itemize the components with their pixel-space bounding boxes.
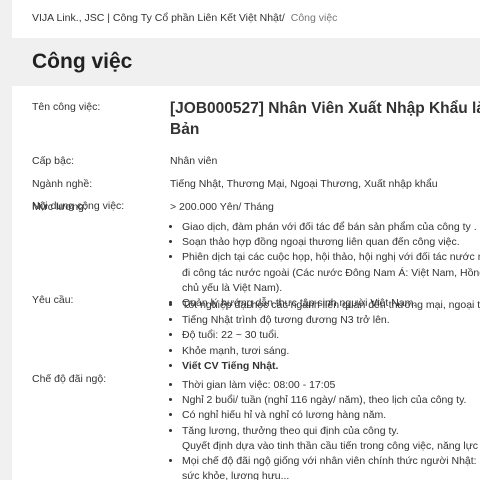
- list-item-line: sức khỏe, lương hưu...: [182, 470, 290, 480]
- list-item: Có nghỉ hiếu hỉ và nghỉ có lương hàng nă…: [182, 408, 480, 423]
- salary-value: > 200.000 Yên/ Tháng: [170, 201, 274, 213]
- level-label: Cấp bậc:: [32, 155, 75, 167]
- list-item: Tốt nghiệp đại học các ngành liên quan đ…: [182, 298, 480, 313]
- requirements-list: Tốt nghiệp đại học các ngành liên quan đ…: [170, 298, 480, 374]
- list-item: Soạn thảo hợp đồng ngoại thương liên qua…: [182, 235, 480, 250]
- list-item: Tiếng Nhật trình độ tương đương N3 trở l…: [182, 313, 480, 328]
- page-title: Công việc: [32, 50, 133, 73]
- job-title-line-2: Bản: [170, 121, 200, 138]
- industry-label: Ngành nghề:: [32, 178, 93, 190]
- job-detail-card: Tên công việc: [JOB000527] Nhân Viên Xuấ…: [12, 86, 480, 480]
- job-title-line-1: [JOB000527] Nhân Viên Xuất Nhập Khẩu làm…: [170, 100, 480, 117]
- benefits-list: Thời gian làm việc: 08:00 - 17:05 Nghỉ 2…: [170, 378, 480, 480]
- job-title: [JOB000527] Nhân Viên Xuất Nhập Khẩu làm…: [170, 98, 480, 140]
- list-item: Độ tuổi: 22 ~ 30 tuổi.: [182, 328, 480, 343]
- list-item: Phiên dịch tại các cuộc họp, hội thảo, h…: [182, 250, 480, 296]
- list-item: Khỏe mạnh, tươi sáng.: [182, 344, 480, 359]
- list-item-line: Tăng lương, thưởng theo qui định của côn…: [182, 424, 399, 437]
- benefits-label: Chế độ đãi ngộ:: [32, 373, 107, 385]
- job-title-label: Tên công việc:: [32, 101, 101, 113]
- list-item: Nghỉ 2 buổi/ tuần (nghỉ 116 ngày/ năm), …: [182, 393, 480, 408]
- list-item: Viết CV Tiếng Nhật.: [182, 359, 480, 374]
- list-item-line: Mọi chế độ đãi ngộ giống với nhân viên c…: [182, 455, 480, 468]
- list-item-line: đi công tác nước ngoài (Các nước Đông Na…: [182, 266, 480, 279]
- list-item: Giao dịch, đàm phán với đối tác để bán s…: [182, 220, 480, 235]
- list-item: Mọi chế độ đãi ngộ giống với nhân viên c…: [182, 454, 480, 480]
- level-value: Nhân viên: [170, 155, 218, 167]
- industry-value: Tiếng Nhật, Thương Mại, Ngoại Thương, Xu…: [170, 178, 438, 190]
- list-item-line: Quyết định dựa vào tinh thần cầu tiến tr…: [182, 439, 480, 452]
- breadcrumb-company-link[interactable]: VIJA Link., JSC | Công Ty Cổ phần Liên K…: [32, 12, 285, 24]
- job-content-label: Nội dung công việc:: [32, 200, 125, 212]
- breadcrumb-current: Công việc: [290, 12, 338, 24]
- list-item: Thời gian làm việc: 08:00 - 17:05: [182, 378, 480, 393]
- list-item-line: Phiên dịch tại các cuộc họp, hội thảo, h…: [182, 251, 480, 264]
- requirements-label: Yêu cầu:: [32, 294, 74, 306]
- breadcrumb: VIJA Link., JSC | Công Ty Cổ phần Liên K…: [12, 0, 480, 38]
- list-item: Tăng lương, thưởng theo qui định của côn…: [182, 424, 480, 454]
- list-item-line: chủ yếu là Việt Nam).: [182, 281, 283, 294]
